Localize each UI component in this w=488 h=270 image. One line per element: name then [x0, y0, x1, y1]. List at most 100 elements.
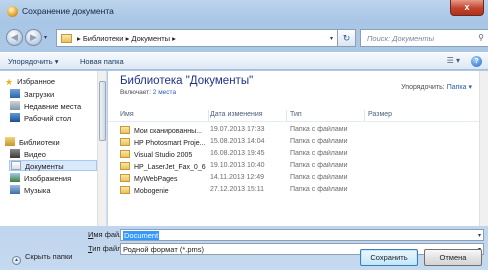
nav-item-label: Видео — [24, 150, 46, 159]
folder-icon — [120, 186, 130, 194]
library-title: Библиотека "Документы" — [120, 75, 254, 87]
folder-icon — [120, 138, 130, 146]
command-bar: Упорядочить ▾ Новая папка ☰ ▾ ? — [0, 52, 488, 70]
arrange-by: Упорядочить: Папка ▾ — [401, 83, 472, 91]
file-type: Папка с файлами — [290, 174, 348, 181]
cancel-button[interactable]: Отмена — [424, 249, 482, 266]
file-name: HP_LaserJet_Fax_0_6 — [134, 164, 206, 171]
address-box[interactable]: ▸ Библиотеки ▸ Документы ▸ ▾ — [56, 29, 338, 47]
nav-item-label: Избранное — [17, 77, 56, 86]
folder-icon — [120, 150, 130, 158]
file-date: 16.08.2013 19:45 — [210, 150, 265, 157]
search-placeholder: Поиск: Документы — [367, 34, 435, 43]
forward-button[interactable]: ▶ — [25, 29, 42, 46]
table-row[interactable]: Мои сканированны... 19.07.2013 17:33 Пап… — [108, 125, 480, 136]
nav-item-recent-places[interactable]: Недавние места — [10, 101, 81, 112]
column-header-size[interactable]: Размер — [368, 111, 392, 118]
nav-item-label: Библиотеки — [19, 138, 60, 147]
nav-item-libraries[interactable]: Библиотеки — [5, 137, 60, 148]
search-icon: ⚲ — [478, 33, 484, 42]
close-button[interactable]: x — [450, 0, 484, 16]
arrange-label: Упорядочить: — [401, 84, 445, 91]
nav-item-images[interactable]: Изображения — [10, 173, 71, 184]
recent-pages-dropdown[interactable]: ▾ — [44, 34, 47, 41]
view-options-icon[interactable]: ☰ ▾ — [447, 56, 460, 65]
window-title: Сохранение документа — [22, 6, 114, 16]
column-divider[interactable] — [364, 110, 365, 121]
folder-icon — [120, 174, 130, 182]
column-headers: Имя Дата изменения Тип Размер — [108, 109, 480, 122]
nav-item-favorites[interactable]: ★ Избранное — [5, 77, 55, 88]
nav-item-desktop[interactable]: Рабочий стол — [10, 113, 71, 124]
back-button[interactable]: ◀ — [6, 29, 23, 46]
file-date: 27.12.2013 15:11 — [210, 186, 264, 193]
file-list-pane: Библиотека "Документы" Включает: 2 места… — [108, 71, 488, 226]
column-divider[interactable] — [286, 110, 287, 121]
column-header-type[interactable]: Тип — [290, 111, 302, 118]
folder-icon — [120, 126, 130, 134]
app-icon — [7, 6, 18, 17]
file-name: Mobogenie — [134, 188, 169, 195]
chevron-down-icon[interactable]: ▾ — [478, 232, 481, 239]
arrange-dropdown[interactable]: Папка ▾ — [447, 84, 472, 91]
file-type: Папка с файлами — [290, 138, 348, 145]
column-header-date[interactable]: Дата изменения — [210, 111, 263, 118]
file-type: Папка с файлами — [290, 162, 348, 169]
nav-item-music[interactable]: Музыка — [10, 185, 51, 196]
save-button[interactable]: Сохранить — [360, 249, 418, 266]
file-type: Папка с файлами — [290, 126, 348, 133]
file-date: 15.08.2013 14:04 — [210, 138, 265, 145]
table-row[interactable]: HP_LaserJet_Fax_0_6 19.10.2013 10:40 Пап… — [108, 161, 480, 172]
hide-folders-label: Скрыть папки — [25, 252, 73, 261]
nav-item-label: Недавние места — [24, 102, 82, 111]
nav-scrollbar-thumb[interactable] — [99, 81, 106, 141]
refresh-button[interactable]: ↻ — [338, 29, 356, 47]
hide-folders-button[interactable]: ▲ Скрыть папки — [12, 252, 72, 265]
search-input[interactable]: Поиск: Документы ⚲ — [360, 29, 488, 47]
library-includes: Включает: 2 места — [120, 89, 176, 96]
breadcrumb[interactable]: ▸ Библиотеки ▸ Документы ▸ — [77, 34, 176, 43]
column-header-name[interactable]: Имя — [120, 111, 134, 118]
desktop-icon — [10, 113, 20, 122]
documents-icon — [11, 161, 21, 170]
nav-item-label: Загрузки — [24, 90, 55, 99]
nav-scrollbar[interactable] — [97, 71, 106, 226]
chevron-up-icon: ▲ — [12, 256, 21, 265]
file-name: Visual Studio 2005 — [134, 152, 193, 159]
video-icon — [10, 149, 20, 158]
folder-icon — [120, 162, 130, 170]
downloads-icon — [10, 89, 20, 98]
recent-places-icon — [10, 101, 20, 110]
new-folder-button[interactable]: Новая папка — [80, 57, 124, 66]
table-row[interactable]: Mobogenie 27.12.2013 15:11 Папка с файла… — [108, 185, 480, 196]
file-list-scrollbar[interactable] — [479, 71, 488, 226]
star-icon: ★ — [5, 77, 14, 87]
help-icon[interactable]: ? — [471, 56, 482, 67]
table-row[interactable]: Visual Studio 2005 16.08.2013 19:45 Папк… — [108, 149, 480, 160]
nav-item-downloads[interactable]: Загрузки — [10, 89, 54, 100]
column-divider[interactable] — [208, 110, 209, 121]
folder-icon — [61, 34, 72, 43]
nav-item-label: Документы — [25, 162, 64, 171]
organize-button[interactable]: Упорядочить ▾ — [8, 57, 58, 66]
nav-item-label: Музыка — [24, 186, 51, 195]
includes-link[interactable]: 2 места — [153, 89, 176, 96]
filename-row: Имя файла: Document ▾ — [0, 229, 488, 241]
file-type: Папка с файлами — [290, 150, 348, 157]
file-date: 14.11.2013 12:49 — [210, 174, 264, 181]
dialog-footer: ▲ Скрыть папки Сохранить Отмена — [0, 245, 488, 270]
nav-item-video[interactable]: Видео — [10, 149, 46, 160]
images-icon — [10, 173, 20, 182]
table-row[interactable]: MyWebPages 14.11.2013 12:49 Папка с файл… — [108, 173, 480, 184]
navigation-pane: ★ Избранное Загрузки Недавние места Рабоч… — [0, 71, 107, 226]
nav-item-label: Рабочий стол — [24, 114, 72, 123]
table-row[interactable]: HP Photosmart Proje... 15.08.2013 14:04 … — [108, 137, 480, 148]
title-bar: Сохранение документа x — [0, 0, 488, 24]
filename-input[interactable]: Document ▾ — [120, 229, 484, 241]
file-name: MyWebPages — [134, 176, 178, 183]
nav-item-documents[interactable]: Документы — [9, 160, 97, 171]
nav-item-label: Изображения — [24, 174, 72, 183]
includes-label: Включает: — [120, 89, 151, 96]
chevron-down-icon[interactable]: ▾ — [330, 35, 333, 42]
file-date: 19.07.2013 17:33 — [210, 126, 265, 133]
